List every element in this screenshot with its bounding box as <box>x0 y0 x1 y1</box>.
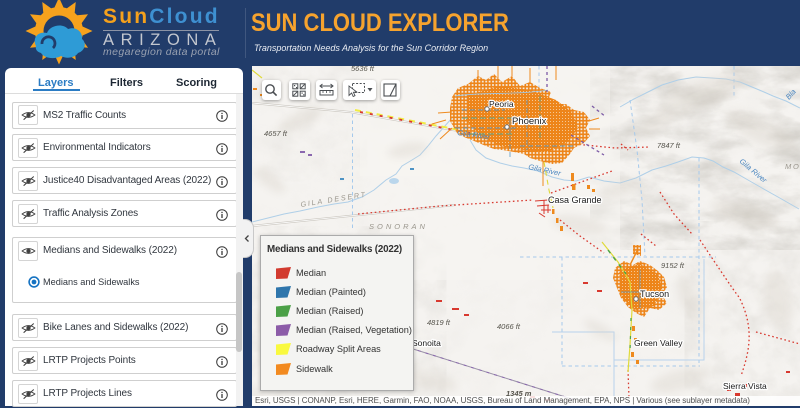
svg-text:SONORAN: SONORAN <box>369 222 428 231</box>
svg-text:5636 ft: 5636 ft <box>351 66 375 73</box>
svg-text:Casa Grande: Casa Grande <box>548 195 602 205</box>
svg-text:Tucson: Tucson <box>640 289 669 299</box>
svg-text:4819 ft: 4819 ft <box>427 318 451 327</box>
svg-text:9152 ft: 9152 ft <box>661 261 685 270</box>
svg-text:Green Valley: Green Valley <box>634 338 683 348</box>
svg-text:Sierra Vista: Sierra Vista <box>723 381 767 391</box>
svg-text:4657 ft: 4657 ft <box>264 129 288 138</box>
svg-text:Peoria: Peoria <box>489 99 514 109</box>
svg-text:MO: MO <box>785 162 800 171</box>
svg-text:7847 ft: 7847 ft <box>657 141 681 150</box>
svg-text:Phoenix: Phoenix <box>512 116 547 127</box>
svg-text:Sonoita: Sonoita <box>412 338 441 348</box>
svg-text:4066 ft: 4066 ft <box>497 322 521 331</box>
